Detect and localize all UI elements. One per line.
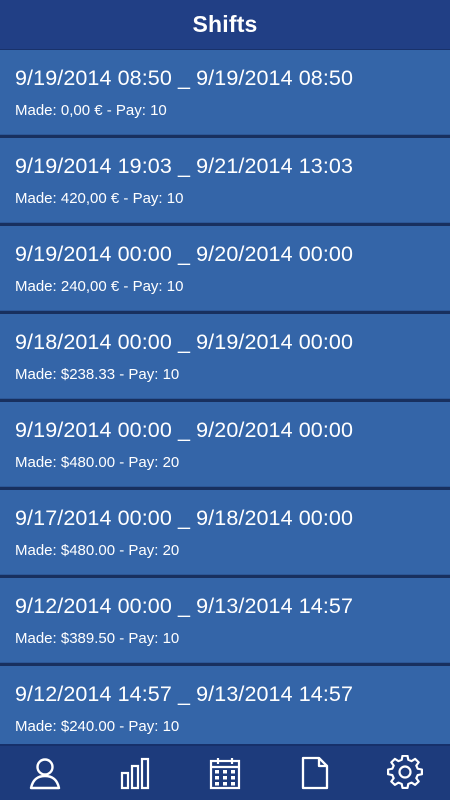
bar-chart-icon [120, 757, 150, 790]
shift-date-range: 9/19/2014 00:00 _ 9/20/2014 00:00 [15, 242, 354, 266]
shift-earnings-summary: Made: $240.00 - Pay: 10 [15, 718, 180, 735]
shift-earnings-summary: Made: 0,00 € - Pay: 10 [15, 102, 167, 119]
document-icon [301, 756, 329, 790]
app-screen: Shifts 9/19/2014 08:50 _ 9/19/2014 08:50… [0, 0, 450, 800]
shift-date-range: 9/19/2014 19:03 _ 9/21/2014 13:03 [15, 154, 354, 178]
shift-list-item[interactable]: 9/12/2014 14:57 _ 9/13/2014 14:57 Made: … [0, 666, 450, 744]
shift-list-item[interactable]: 9/18/2014 00:00 _ 9/19/2014 00:00 Made: … [0, 314, 450, 399]
bottom-tab-bar [0, 744, 450, 800]
shift-list-item[interactable]: 9/12/2014 00:00 _ 9/13/2014 14:57 Made: … [0, 578, 450, 663]
shift-list-item[interactable]: 9/19/2014 00:00 _ 9/20/2014 00:00 Made: … [0, 402, 450, 487]
tab-report[interactable] [270, 746, 360, 800]
shift-earnings-summary: Made: $238.33 - Pay: 10 [15, 366, 180, 383]
gear-icon [387, 755, 423, 790]
shift-date-range: 9/12/2014 14:57 _ 9/13/2014 14:57 [15, 682, 354, 706]
shift-earnings-summary: Made: 240,00 € - Pay: 10 [15, 278, 184, 295]
user-icon [29, 758, 61, 790]
shift-date-range: 9/17/2014 00:00 _ 9/18/2014 00:00 [15, 506, 354, 530]
shift-list-item[interactable]: 9/17/2014 00:00 _ 9/18/2014 00:00 Made: … [0, 490, 450, 575]
shift-list-item[interactable]: 9/19/2014 08:50 _ 9/19/2014 08:50 Made: … [0, 50, 450, 135]
shift-date-range: 9/19/2014 00:00 _ 9/20/2014 00:00 [15, 418, 354, 442]
tab-settings[interactable] [360, 746, 450, 800]
tab-profile[interactable] [0, 746, 90, 800]
shift-earnings-summary: Made: $389.50 - Pay: 10 [15, 630, 180, 647]
shift-date-range: 9/19/2014 08:50 _ 9/19/2014 08:50 [15, 66, 354, 90]
shift-list-item[interactable]: 9/19/2014 19:03 _ 9/21/2014 13:03 Made: … [0, 138, 450, 223]
tab-calendar[interactable] [180, 746, 270, 800]
shift-earnings-summary: Made: 420,00 € - Pay: 10 [15, 190, 184, 207]
shift-earnings-summary: Made: $480.00 - Pay: 20 [15, 542, 180, 559]
shift-list[interactable]: 9/19/2014 08:50 _ 9/19/2014 08:50 Made: … [0, 50, 450, 744]
app-header: Shifts [0, 0, 450, 50]
shift-earnings-summary: Made: $480.00 - Pay: 20 [15, 454, 180, 471]
page-title: Shifts [192, 11, 258, 37]
tab-stats[interactable] [90, 746, 180, 800]
calendar-icon [209, 758, 241, 790]
shift-date-range: 9/18/2014 00:00 _ 9/19/2014 00:00 [15, 330, 354, 354]
shift-date-range: 9/12/2014 00:00 _ 9/13/2014 14:57 [15, 594, 354, 618]
shift-list-item[interactable]: 9/19/2014 00:00 _ 9/20/2014 00:00 Made: … [0, 226, 450, 311]
